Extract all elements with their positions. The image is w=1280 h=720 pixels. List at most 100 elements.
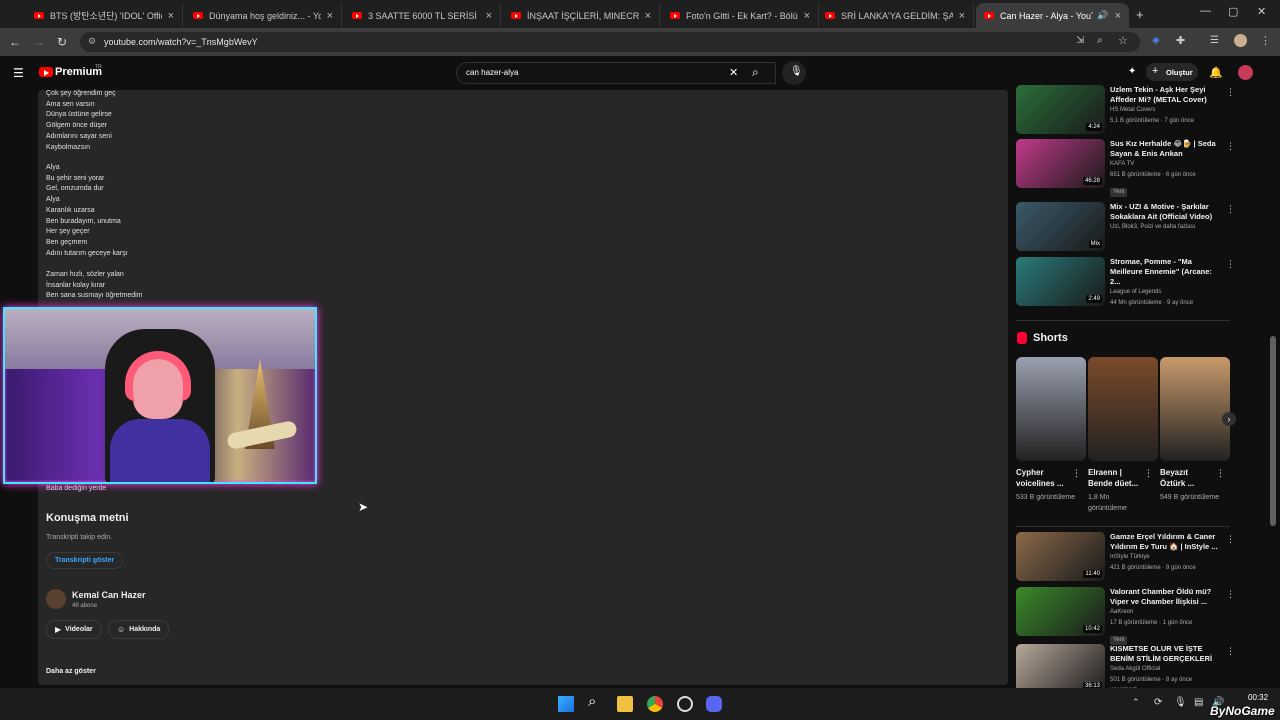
recommended-video[interactable]: 11:40 Gamze Erçel Yıldırım & Caner Yıldır… <box>1016 532 1220 581</box>
shorts-next-icon[interactable]: › <box>1222 412 1236 426</box>
clock-time[interactable]: 00:32 <box>1248 693 1268 702</box>
extensions-puzzle-icon[interactable]: ✚ <box>1176 34 1185 47</box>
short-title[interactable]: Beyazıt Öztürk ... <box>1160 467 1215 489</box>
discord-icon[interactable] <box>706 696 722 712</box>
video-channel[interactable]: League of Legends <box>1110 287 1220 298</box>
video-thumbnail[interactable]: 11:40 <box>1016 532 1105 581</box>
close-tab-icon[interactable]: × <box>327 10 333 22</box>
zoom-icon[interactable]: ⌕ <box>1097 35 1103 46</box>
browser-tab[interactable]: BTS (방탄소년단) 'IDOL' Official × <box>26 3 183 28</box>
reload-icon[interactable]: ↻ <box>57 35 67 49</box>
cast-icon[interactable]: ✦ <box>1128 66 1136 77</box>
recommended-video[interactable]: Mix Mix - UZI & Motive - Şarkılar Sokakla… <box>1016 202 1220 251</box>
back-icon[interactable]: ← <box>9 35 21 49</box>
video-menu-icon[interactable]: ⋮ <box>1226 141 1235 152</box>
start-icon[interactable] <box>558 696 574 712</box>
about-button[interactable]: ☺ Hakkında <box>108 620 170 639</box>
close-tab-icon[interactable]: × <box>168 10 174 22</box>
forward-icon[interactable]: → <box>33 35 45 49</box>
short-title[interactable]: Cypher voicelines ... <box>1016 467 1071 489</box>
browser-tab[interactable]: Foto'n Gitti - Ek Kart? - Bölüm × <box>662 3 819 28</box>
video-title[interactable]: Uzlem Tekin - Aşk Her Şeyi Affeder Mi? (… <box>1110 85 1220 105</box>
site-info-icon[interactable]: ⚙ <box>88 36 96 47</box>
browser-tab[interactable]: SRİ LANKA'YA GELDİM: ŞAŞKIN × <box>817 3 974 28</box>
bookmark-star-icon[interactable]: ☆ <box>1118 34 1128 47</box>
chrome-icon[interactable] <box>647 696 663 712</box>
notifications-bell-icon[interactable]: 🔔 <box>1209 66 1223 79</box>
close-tab-icon[interactable]: × <box>804 10 810 22</box>
video-channel[interactable]: InStyle Türkiye <box>1110 552 1220 563</box>
close-window-icon[interactable]: ✕ <box>1257 5 1266 18</box>
video-title[interactable]: Gamze Erçel Yıldırım & Caner Yıldırım Ev… <box>1110 532 1220 552</box>
new-tab-icon[interactable]: + <box>1136 7 1144 22</box>
show-transcript-button[interactable]: Transkripti göster <box>46 552 124 569</box>
minimize-icon[interactable]: — <box>1200 5 1211 17</box>
channel-name[interactable]: Kemal Can Hazer <box>72 590 146 600</box>
short-thumbnail[interactable] <box>1160 357 1230 461</box>
short-thumbnail[interactable] <box>1016 357 1086 461</box>
browser-tab[interactable]: Can Hazer - Alya - YouTube 🔊 × <box>976 3 1129 28</box>
channel-avatar[interactable] <box>46 589 66 609</box>
short-thumbnail[interactable] <box>1088 357 1158 461</box>
video-thumbnail[interactable]: 10:42 <box>1016 587 1105 636</box>
video-channel[interactable]: AaKreon <box>1110 607 1220 618</box>
chrome-menu-icon[interactable]: ⋮ <box>1260 34 1271 47</box>
reading-list-icon[interactable]: ☰ <box>1210 35 1219 46</box>
short-menu-icon[interactable]: ⋮ <box>1072 468 1081 479</box>
search-icon[interactable]: ⌕ <box>752 65 759 80</box>
video-title[interactable]: Valorant Chamber Öldü mü? Viper ve Chamb… <box>1110 587 1220 607</box>
short-title[interactable]: Elraenn | Bende düet... <box>1088 467 1143 489</box>
video-title[interactable]: Sus Kız Herhalde 😂🍺 | Seda Sayan & Enis … <box>1110 139 1220 159</box>
tray-mic-icon[interactable]: 🎙 <box>1174 697 1187 708</box>
video-channel[interactable]: Uzi, Blok3, Poizi ve daha fazlası <box>1110 222 1220 233</box>
page-scrollbar[interactable] <box>1270 336 1276 526</box>
close-tab-icon[interactable]: × <box>1115 10 1121 22</box>
video-thumbnail[interactable]: Mix <box>1016 202 1105 251</box>
video-thumbnail[interactable]: 36:13 <box>1016 644 1105 693</box>
recommended-video[interactable]: 2:49 Stromae, Pomme - "Ma Meilleure Ennem… <box>1016 257 1220 308</box>
video-channel[interactable]: KAFA TV <box>1110 159 1220 170</box>
video-thumbnail[interactable]: 2:49 <box>1016 257 1105 306</box>
clear-search-icon[interactable]: ✕ <box>729 66 738 79</box>
video-title[interactable]: Stromae, Pomme - "Ma Meilleure Ennemie" … <box>1110 257 1220 287</box>
video-thumbnail[interactable]: 4:24 <box>1016 85 1105 134</box>
obs-icon[interactable] <box>677 696 693 712</box>
profile-avatar[interactable] <box>1234 34 1247 47</box>
video-menu-icon[interactable]: ⋮ <box>1226 589 1235 600</box>
close-tab-icon[interactable]: × <box>959 10 965 22</box>
short-menu-icon[interactable]: ⋮ <box>1216 468 1225 479</box>
tray-app-icon[interactable]: ⟳ <box>1154 697 1162 708</box>
extension-icon[interactable]: ◈ <box>1152 35 1160 46</box>
browser-tab[interactable]: 3 SAATTE 6000 TL SERİSİ !!! AD × <box>344 3 501 28</box>
audio-playing-icon[interactable]: 🔊 <box>1097 10 1108 21</box>
show-less-link[interactable]: Daha az göster <box>46 668 96 675</box>
video-title[interactable]: Mix - UZI & Motive - Şarkılar Sokaklara … <box>1110 202 1220 222</box>
tray-network-icon[interactable]: ▤ <box>1194 697 1203 708</box>
video-menu-icon[interactable]: ⋮ <box>1226 87 1235 98</box>
short-menu-icon[interactable]: ⋮ <box>1144 468 1153 479</box>
taskbar-search-icon[interactable]: ⌕ <box>588 693 596 710</box>
recommended-video[interactable]: 4:24 Uzlem Tekin - Aşk Her Şeyi Affeder M… <box>1016 85 1220 134</box>
video-thumbnail[interactable]: 46:28 <box>1016 139 1105 188</box>
video-menu-icon[interactable]: ⋮ <box>1226 259 1235 270</box>
maximize-icon[interactable]: ▢ <box>1228 5 1238 18</box>
voice-search-icon[interactable]: 🎙 <box>790 66 803 77</box>
recommended-video[interactable]: 46:28 Sus Kız Herhalde 😂🍺 | Seda Sayan & … <box>1016 139 1220 198</box>
hamburger-menu-icon[interactable]: ☰ <box>13 66 24 80</box>
close-tab-icon[interactable]: × <box>645 10 651 22</box>
browser-tab[interactable]: İNŞAAT İŞÇİLERİ, MINECRAFT'I × <box>503 3 660 28</box>
videos-button[interactable]: ▶ Videolar <box>46 620 102 639</box>
recommended-video[interactable]: 10:42 Valorant Chamber Öldü mü? Viper ve … <box>1016 587 1220 646</box>
tray-overflow-icon[interactable]: ⌃ <box>1132 697 1140 708</box>
video-menu-icon[interactable]: ⋮ <box>1226 204 1235 215</box>
file-explorer-icon[interactable] <box>617 696 633 712</box>
video-title[interactable]: KISMETSE OLUR VE İŞTE BENİM STİLİM GERÇE… <box>1110 644 1220 664</box>
account-avatar[interactable] <box>1238 65 1253 80</box>
install-icon[interactable]: ⇲ <box>1076 35 1084 46</box>
video-menu-icon[interactable]: ⋮ <box>1226 534 1235 545</box>
browser-tab[interactable]: Dünyama hoş geldiniz... - YouTu × <box>185 3 342 28</box>
video-menu-icon[interactable]: ⋮ <box>1226 646 1235 657</box>
video-channel[interactable]: HS Metal Covers <box>1110 105 1220 116</box>
video-channel[interactable]: Seda Akgül Official <box>1110 664 1220 675</box>
close-tab-icon[interactable]: × <box>486 10 492 22</box>
